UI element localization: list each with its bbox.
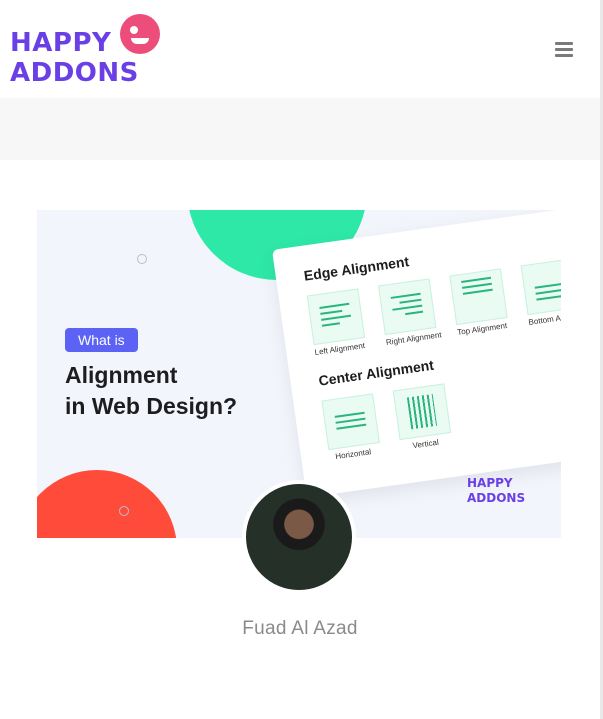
author-avatar[interactable] xyxy=(246,484,352,590)
decorative-orange-circle xyxy=(37,470,177,538)
site-header: HAPPY ADDONS xyxy=(0,0,600,98)
headline-line2: in Web Design? xyxy=(65,393,238,419)
right-alignment-tile xyxy=(377,278,437,336)
center-alignment-title: Center Alignment xyxy=(317,356,435,389)
mini-logo-line1: HAPPY xyxy=(467,476,513,490)
horizontal-tile xyxy=(321,393,380,451)
bottom-alignment-tile xyxy=(520,258,561,316)
alignment-card: Edge Alignment Left Alignment Right Alig… xyxy=(272,210,561,498)
edge-alignment-title: Edge Alignment xyxy=(302,253,411,284)
happyaddons-logo[interactable]: HAPPY ADDONS xyxy=(10,14,162,88)
logo-text-line1: HAPPY xyxy=(10,28,112,58)
decorative-dot xyxy=(137,254,147,264)
mini-logo-line2: ADDONS xyxy=(467,491,526,505)
decorative-dot xyxy=(119,506,129,516)
hamburger-menu-icon[interactable] xyxy=(555,42,573,58)
featured-headline: Alignment in Web Design? xyxy=(65,360,285,422)
happy-face-icon xyxy=(120,14,160,54)
tile-label: Horizontal xyxy=(334,447,372,462)
top-alignment-tile xyxy=(449,268,508,326)
tile-label: Vertical xyxy=(411,437,440,451)
what-is-tag: What is xyxy=(65,328,138,352)
headline-line1: Alignment xyxy=(65,362,178,388)
author-name[interactable]: Fuad Al Azad xyxy=(0,618,600,640)
left-alignment-tile xyxy=(306,288,366,346)
vertical-tile xyxy=(392,383,452,441)
page-title-bar xyxy=(0,98,600,160)
mini-happyaddons-logo: HAPPY ADDONS xyxy=(467,476,525,506)
logo-text-line2: ADDONS xyxy=(10,58,139,88)
